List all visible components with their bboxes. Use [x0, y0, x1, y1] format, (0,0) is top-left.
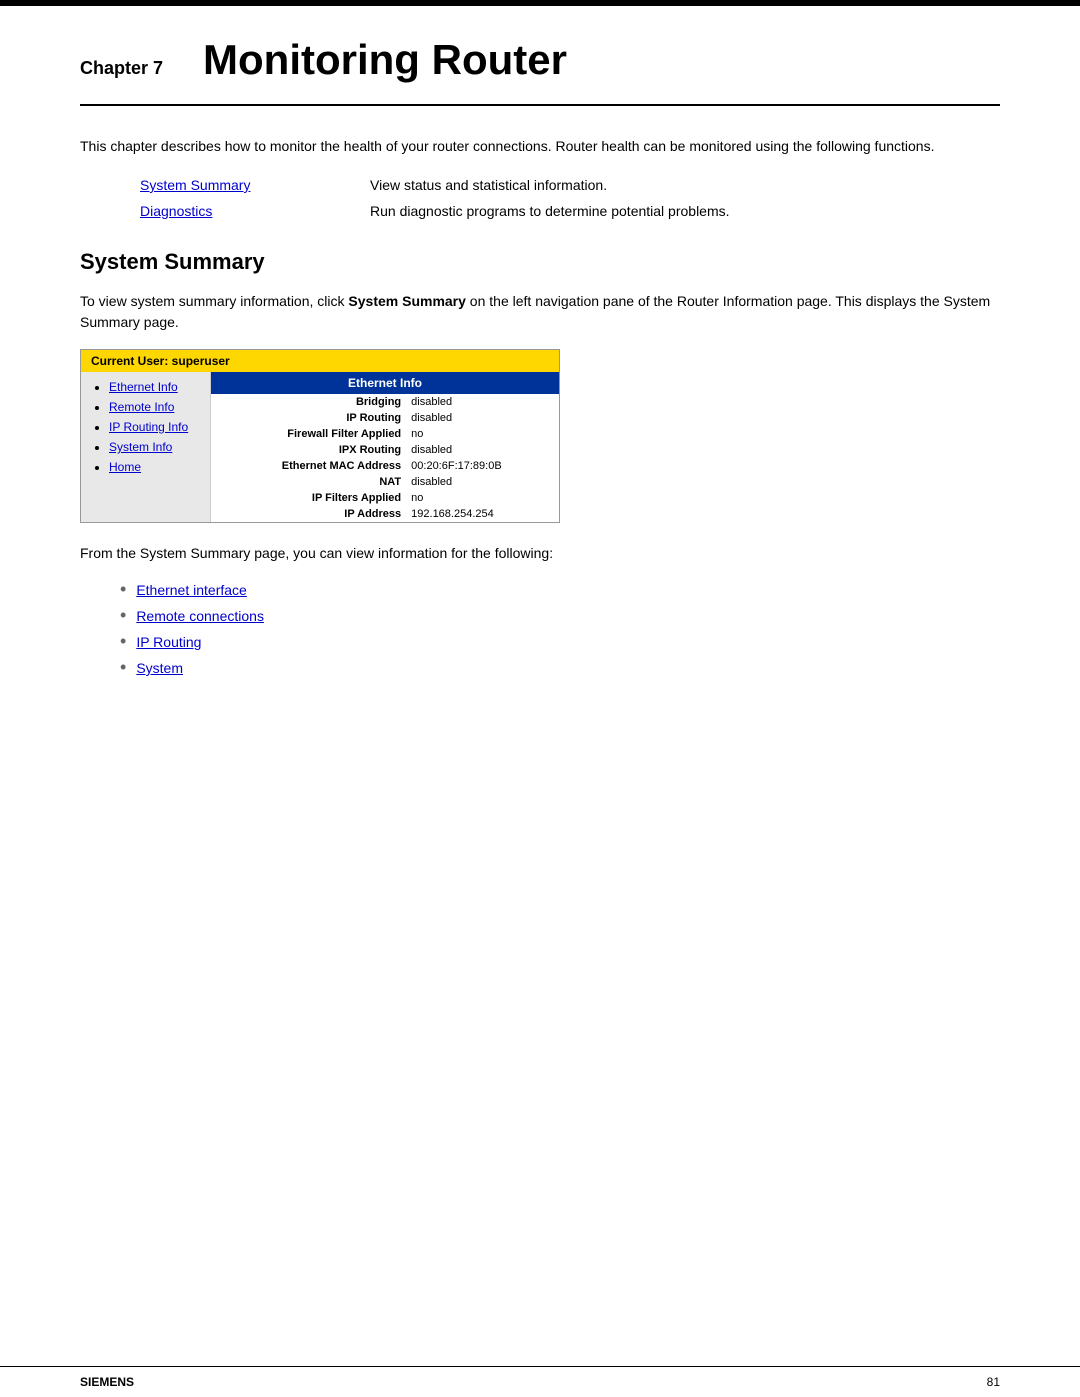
router-row-label: NAT — [211, 474, 405, 490]
bullet-item-ip-routing: • IP Routing — [120, 632, 1000, 650]
router-table-row: IP Address192.168.254.254 — [211, 506, 559, 522]
router-ui-body: Ethernet Info Remote Info IP Routing Inf… — [81, 372, 559, 522]
nav-item-ip-routing[interactable]: IP Routing Info — [109, 420, 198, 434]
router-row-label: IPX Routing — [211, 442, 405, 458]
router-row-label: Ethernet MAC Address — [211, 458, 405, 474]
function-row-2: Diagnostics Run diagnostic programs to d… — [140, 203, 1000, 219]
footer: SIEMENS 81 — [0, 1366, 1080, 1397]
router-row-label: IP Filters Applied — [211, 490, 405, 506]
router-row-label: Bridging — [211, 394, 405, 410]
router-row-value: disabled — [405, 410, 559, 426]
footer-brand: SIEMENS — [80, 1375, 134, 1389]
router-table-row: IP Routingdisabled — [211, 410, 559, 426]
system-summary-intro: To view system summary information, clic… — [80, 291, 1000, 333]
bullet-dot-3: • — [120, 632, 126, 650]
system-summary-link[interactable]: System Summary — [140, 177, 290, 193]
router-nav: Ethernet Info Remote Info IP Routing Inf… — [81, 372, 211, 522]
router-nav-list: Ethernet Info Remote Info IP Routing Inf… — [93, 380, 198, 474]
system-summary-desc: View status and statistical information. — [370, 177, 607, 193]
router-row-value: no — [405, 426, 559, 442]
nav-link-home[interactable]: Home — [109, 460, 141, 474]
router-content-panel-title: Ethernet Info — [211, 372, 559, 394]
router-row-value: disabled — [405, 442, 559, 458]
nav-link-ip-routing[interactable]: IP Routing Info — [109, 420, 188, 434]
intro-paragraph: This chapter describes how to monitor th… — [80, 136, 1000, 157]
nav-link-remote[interactable]: Remote Info — [109, 400, 174, 414]
function-row-1: System Summary View status and statistic… — [140, 177, 1000, 193]
system-link[interactable]: System — [136, 660, 183, 676]
main-content: This chapter describes how to monitor th… — [0, 106, 1080, 764]
header-area: Chapter 7 Monitoring Router — [0, 6, 1080, 104]
ethernet-interface-link[interactable]: Ethernet interface — [136, 582, 247, 598]
router-table-row: NATdisabled — [211, 474, 559, 490]
page-container: Chapter 7 Monitoring Router This chapter… — [0, 0, 1080, 1397]
bullet-item-system: • System — [120, 658, 1000, 676]
ip-routing-link[interactable]: IP Routing — [136, 634, 201, 650]
chapter-title: Monitoring Router — [203, 36, 567, 84]
router-row-value: disabled — [405, 474, 559, 490]
bullet-item-ethernet: • Ethernet interface — [120, 580, 1000, 598]
nav-item-system[interactable]: System Info — [109, 440, 198, 454]
router-row-value: 192.168.254.254 — [405, 506, 559, 522]
diagnostics-desc: Run diagnostic programs to determine pot… — [370, 203, 730, 219]
router-row-label: IP Routing — [211, 410, 405, 426]
nav-item-remote[interactable]: Remote Info — [109, 400, 198, 414]
chapter-label: Chapter 7 — [80, 58, 163, 79]
router-ui-screenshot: Current User: superuser Ethernet Info Re… — [80, 349, 560, 523]
router-table-row: IPX Routingdisabled — [211, 442, 559, 458]
bullet-item-remote: • Remote connections — [120, 606, 1000, 624]
router-row-label: IP Address — [211, 506, 405, 522]
router-table-row: Ethernet MAC Address00:20:6F:17:89:0B — [211, 458, 559, 474]
router-row-value: 00:20:6F:17:89:0B — [405, 458, 559, 474]
diagnostics-link[interactable]: Diagnostics — [140, 203, 290, 219]
router-table-row: Firewall Filter Appliedno — [211, 426, 559, 442]
remote-connections-link[interactable]: Remote connections — [136, 608, 264, 624]
bullet-dot-1: • — [120, 580, 126, 598]
nav-link-ethernet[interactable]: Ethernet Info — [109, 380, 178, 394]
system-summary-heading: System Summary — [80, 249, 1000, 275]
router-info-table: BridgingdisabledIP RoutingdisabledFirewa… — [211, 394, 559, 522]
router-row-label: Firewall Filter Applied — [211, 426, 405, 442]
router-table-row: IP Filters Appliedno — [211, 490, 559, 506]
from-text: From the System Summary page, you can vi… — [80, 543, 1000, 564]
nav-item-ethernet[interactable]: Ethernet Info — [109, 380, 198, 394]
router-table-row: Bridgingdisabled — [211, 394, 559, 410]
nav-item-home[interactable]: Home — [109, 460, 198, 474]
nav-link-system[interactable]: System Info — [109, 440, 172, 454]
bullet-dot-4: • — [120, 658, 126, 676]
router-ui-header: Current User: superuser — [81, 350, 559, 372]
router-row-value: no — [405, 490, 559, 506]
bullet-dot-2: • — [120, 606, 126, 624]
bullet-list: • Ethernet interface • Remote connection… — [120, 580, 1000, 676]
function-table: System Summary View status and statistic… — [140, 177, 1000, 219]
footer-page-number: 81 — [987, 1375, 1000, 1389]
router-row-value: disabled — [405, 394, 559, 410]
router-content: Ethernet Info BridgingdisabledIP Routing… — [211, 372, 559, 522]
